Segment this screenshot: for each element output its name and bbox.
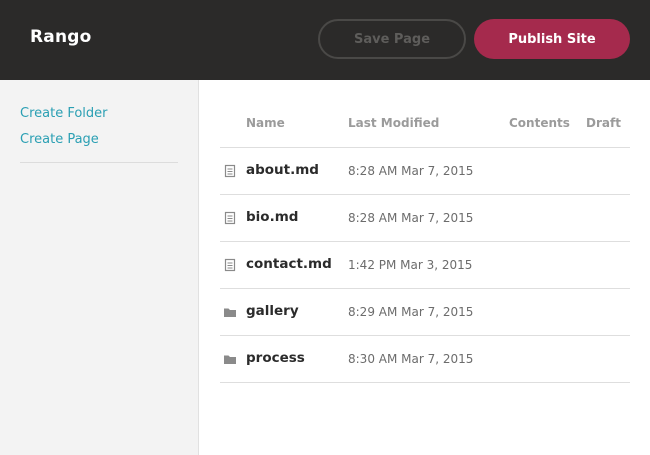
column-header-contents[interactable]: Contents <box>509 116 570 130</box>
table-row[interactable]: about.md 8:28 AM Mar 7, 2015 <box>220 148 630 195</box>
table-row[interactable]: bio.md 8:28 AM Mar 7, 2015 <box>220 195 630 242</box>
table-row[interactable]: gallery 8:29 AM Mar 7, 2015 <box>220 289 630 336</box>
file-name[interactable]: contact.md <box>246 256 332 272</box>
last-modified: 1:42 PM Mar 3, 2015 <box>348 258 473 272</box>
file-icon <box>224 211 236 225</box>
file-table: Name Last Modified Contents Draft about.… <box>200 80 650 455</box>
last-modified: 8:29 AM Mar 7, 2015 <box>348 305 474 319</box>
sidebar: Create Folder Create Page <box>0 80 199 455</box>
column-header-name[interactable]: Name <box>246 116 285 130</box>
file-icon <box>224 164 236 178</box>
publish-site-button[interactable]: Publish Site <box>474 19 630 59</box>
last-modified: 8:28 AM Mar 7, 2015 <box>348 211 474 225</box>
last-modified: 8:30 AM Mar 7, 2015 <box>348 352 474 366</box>
sidebar-divider <box>20 162 178 163</box>
table-row[interactable]: contact.md 1:42 PM Mar 3, 2015 <box>220 242 630 289</box>
folder-name[interactable]: process <box>246 350 305 366</box>
folder-icon <box>224 355 236 364</box>
column-header-draft[interactable]: Draft <box>586 116 621 130</box>
file-icon <box>224 258 236 272</box>
brand-logo[interactable]: Rango <box>30 27 92 47</box>
top-bar: Rango Save Page Publish Site <box>0 0 650 80</box>
create-page-link[interactable]: Create Page <box>20 132 99 147</box>
save-page-button[interactable]: Save Page <box>318 19 466 59</box>
table-row[interactable]: process 8:30 AM Mar 7, 2015 <box>220 336 630 383</box>
column-header-last-modified[interactable]: Last Modified <box>348 116 439 130</box>
file-name[interactable]: about.md <box>246 162 319 178</box>
last-modified: 8:28 AM Mar 7, 2015 <box>348 164 474 178</box>
create-folder-link[interactable]: Create Folder <box>20 106 108 121</box>
file-name[interactable]: bio.md <box>246 209 298 225</box>
folder-icon <box>224 308 236 317</box>
folder-name[interactable]: gallery <box>246 303 299 319</box>
